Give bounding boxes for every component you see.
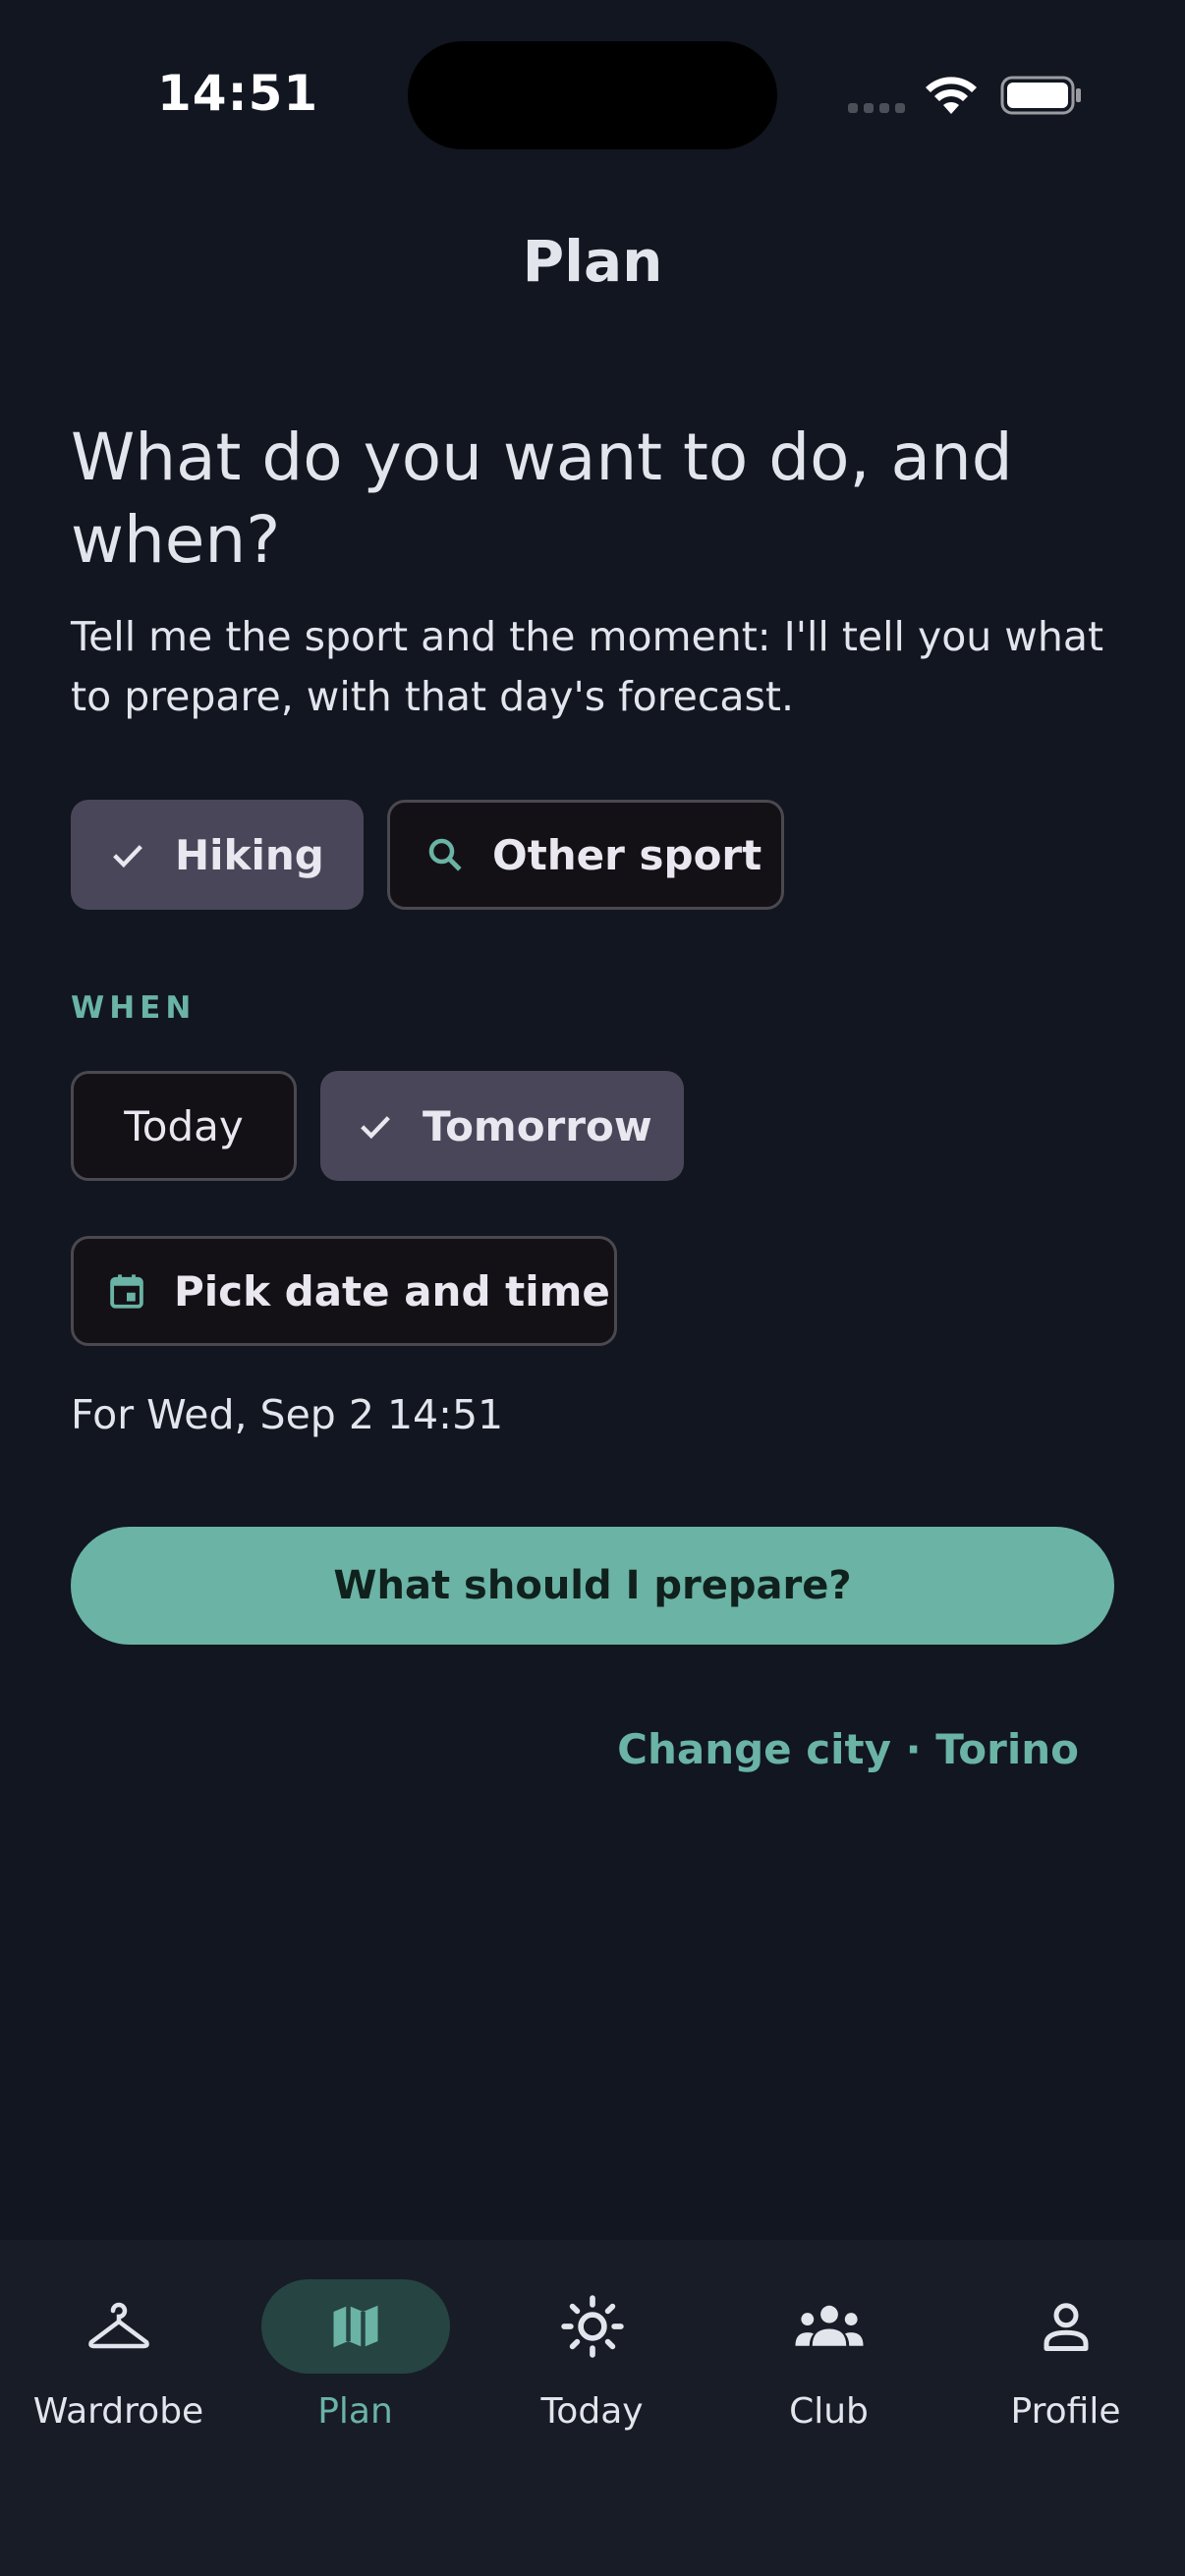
status-time: 14:51 — [157, 65, 319, 122]
nav-label: Today — [540, 2391, 644, 2432]
pick-date-time-label: Pick date and time — [174, 1266, 610, 1316]
check-icon — [354, 1104, 397, 1148]
nav-item-wardrobe[interactable]: Wardrobe — [0, 2240, 237, 2476]
wifi-icon — [926, 77, 977, 114]
check-icon — [106, 833, 149, 876]
page-title: Plan — [522, 228, 663, 295]
pick-date-time-button[interactable]: Pick date and time — [71, 1236, 617, 1346]
group-icon — [794, 2305, 864, 2346]
prompt-subtitle: Tell me the sport and the moment: I'll t… — [71, 613, 1104, 720]
when-chip-today[interactable]: Today — [71, 1071, 297, 1181]
nav-item-profile[interactable]: Profile — [947, 2240, 1184, 2476]
prepare-button[interactable]: What should I prepare? — [71, 1527, 1114, 1645]
change-city-link[interactable]: Change city · Torino — [617, 1725, 1079, 1773]
nav-item-club[interactable]: Club — [710, 2240, 947, 2476]
sport-chip-hiking[interactable]: Hiking — [71, 800, 364, 910]
bottom-nav: Wardrobe Plan Today Club Profile — [0, 2240, 1185, 2576]
cellular-signal-icon — [848, 103, 907, 115]
nav-item-today[interactable]: Today — [474, 2240, 710, 2476]
when-chip-label: Today — [124, 1101, 244, 1150]
person-icon — [1044, 2303, 1088, 2351]
selected-date-text: For Wed, Sep 2 14:51 — [71, 1391, 504, 1438]
calendar-icon — [105, 1269, 148, 1313]
sport-chip-other[interactable]: Other sport — [387, 800, 784, 910]
nav-label: Wardrobe — [32, 2391, 204, 2432]
when-chip-tomorrow[interactable]: Tomorrow — [320, 1071, 684, 1181]
plan-screen: 14:51 Plan What do you want to do, and w… — [0, 0, 1185, 2576]
sun-icon — [560, 2295, 624, 2358]
when-chip-label: Tomorrow — [423, 1101, 652, 1150]
map-icon — [333, 2305, 377, 2348]
battery-icon — [1000, 76, 1081, 115]
nav-item-plan[interactable]: Plan — [237, 2240, 474, 2476]
when-section-label: WHEN — [71, 990, 197, 1026]
prompt-headline: What do you want to do, and when? — [71, 420, 1013, 578]
sport-chip-label: Other sport — [492, 830, 762, 879]
nav-label: Plan — [317, 2391, 393, 2432]
hanger-icon — [87, 2302, 149, 2349]
nav-label: Club — [789, 2391, 869, 2432]
search-icon — [423, 833, 467, 876]
nav-label: Profile — [1010, 2391, 1121, 2432]
sport-chip-label: Hiking — [175, 830, 324, 879]
dynamic-island — [408, 41, 777, 149]
